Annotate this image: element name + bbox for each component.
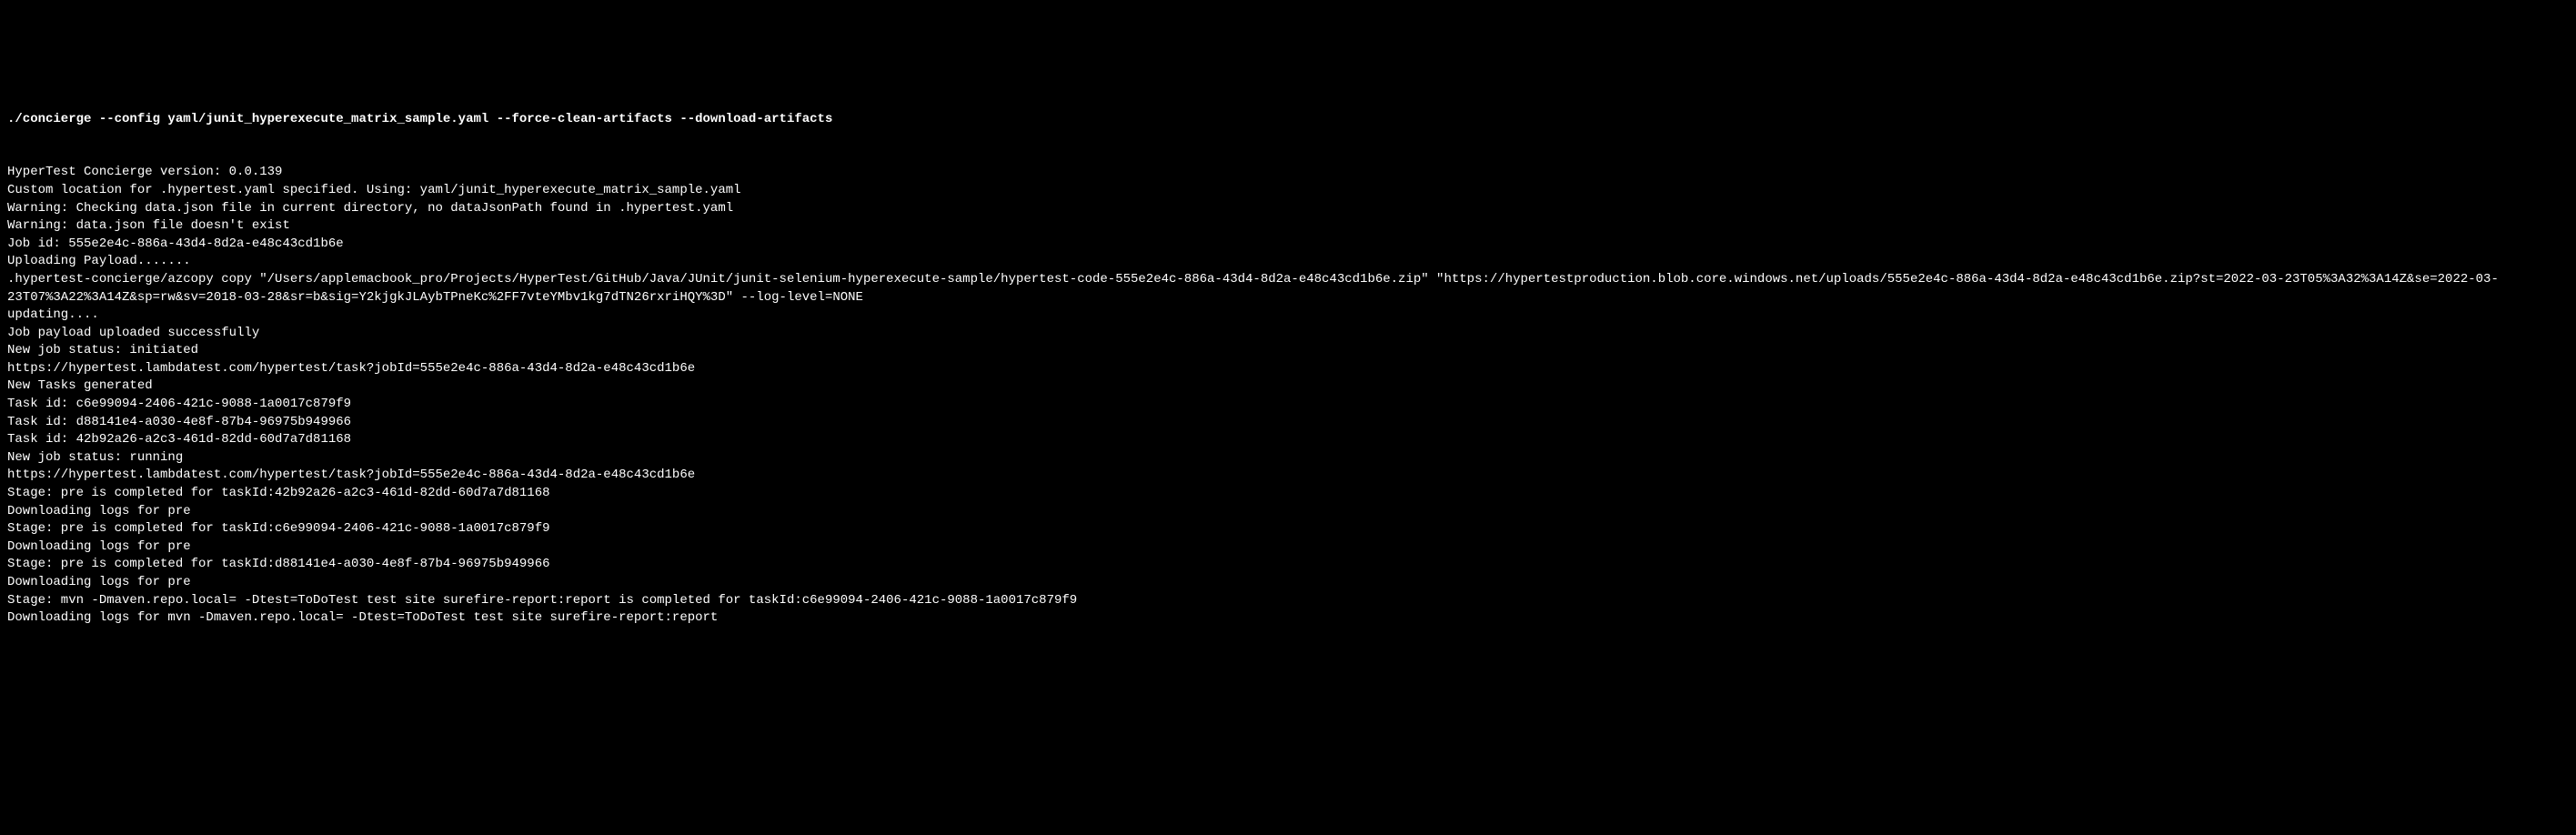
output-line: HyperTest Concierge version: 0.0.139: [7, 164, 2569, 182]
output-line: Stage: mvn -Dmaven.repo.local= -Dtest=To…: [7, 592, 2569, 610]
output-line: Job id: 555e2e4c-886a-43d4-8d2a-e48c43cd…: [7, 236, 2569, 254]
output-line: New job status: running: [7, 449, 2569, 468]
output-line: Warning: data.json file doesn't exist: [7, 217, 2569, 236]
output-line: Downloading logs for pre: [7, 574, 2569, 592]
output-line: Task id: 42b92a26-a2c3-461d-82dd-60d7a7d…: [7, 431, 2569, 449]
output-lines: HyperTest Concierge version: 0.0.139Cust…: [7, 164, 2569, 627]
output-line: Stage: pre is completed for taskId:42b92…: [7, 485, 2569, 503]
output-line: Task id: c6e99094-2406-421c-9088-1a0017c…: [7, 396, 2569, 414]
output-line: Custom location for .hypertest.yaml spec…: [7, 182, 2569, 200]
output-line: Downloading logs for pre: [7, 538, 2569, 557]
output-line: New job status: initiated: [7, 342, 2569, 360]
terminal-output: ./concierge --config yaml/junit_hyperexe…: [7, 75, 2569, 645]
output-line: Downloading logs for mvn -Dmaven.repo.lo…: [7, 609, 2569, 628]
output-line: Uploading Payload.......: [7, 253, 2569, 271]
output-line: updating....: [7, 307, 2569, 325]
output-line: .hypertest-concierge/azcopy copy "/Users…: [7, 271, 2569, 307]
command-line: ./concierge --config yaml/junit_hyperexe…: [7, 111, 2569, 129]
output-line: Task id: d88141e4-a030-4e8f-87b4-96975b9…: [7, 414, 2569, 432]
output-line: Stage: pre is completed for taskId:c6e99…: [7, 520, 2569, 538]
output-line: Downloading logs for pre: [7, 503, 2569, 521]
output-line: https://hypertest.lambdatest.com/hyperte…: [7, 467, 2569, 485]
output-line: Stage: pre is completed for taskId:d8814…: [7, 556, 2569, 574]
output-line: Warning: Checking data.json file in curr…: [7, 200, 2569, 218]
output-line: https://hypertest.lambdatest.com/hyperte…: [7, 360, 2569, 378]
output-line: New Tasks generated: [7, 377, 2569, 396]
output-line: Job payload uploaded successfully: [7, 325, 2569, 343]
